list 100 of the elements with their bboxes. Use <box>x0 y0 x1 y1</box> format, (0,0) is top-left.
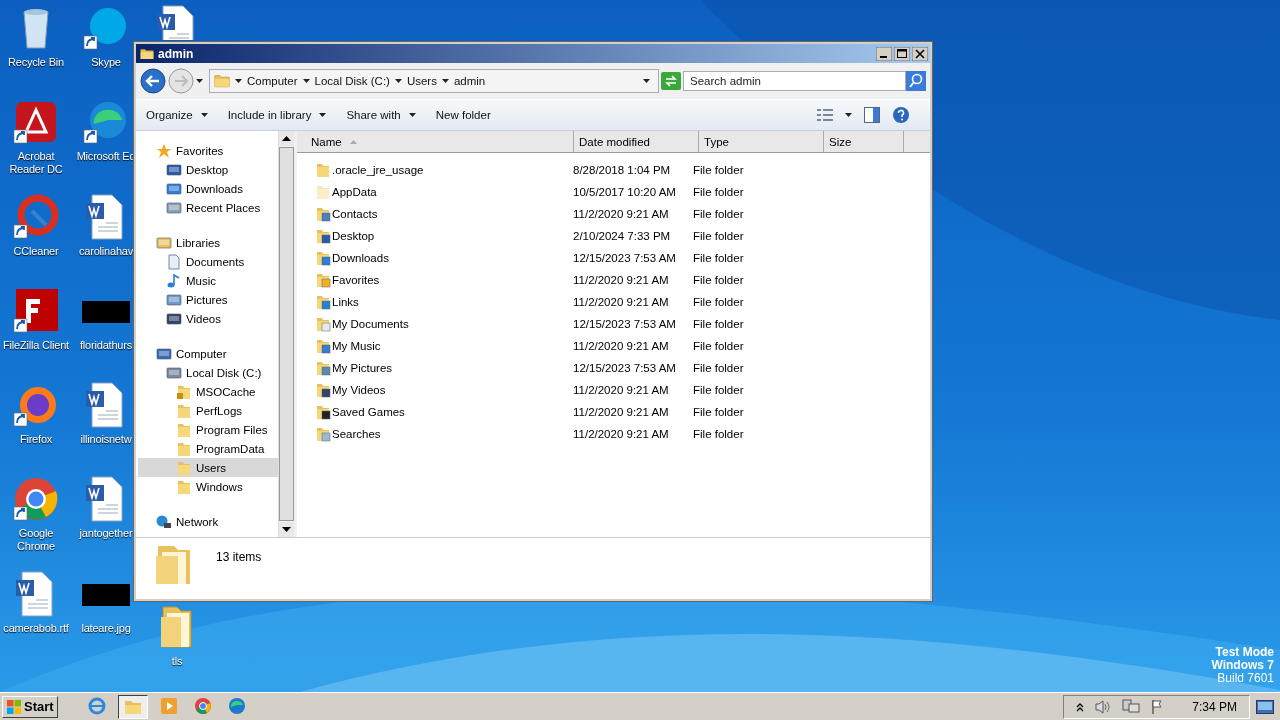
navigation-item[interactable]: Documents <box>138 252 278 271</box>
navigation-item[interactable]: Videos <box>138 309 278 328</box>
breadcrumb[interactable]: admin <box>453 75 486 87</box>
type-cell-text: File folder <box>693 362 745 374</box>
minimize-button[interactable] <box>876 46 892 61</box>
star-icon <box>156 142 172 159</box>
search-icon[interactable] <box>906 71 926 91</box>
help-icon[interactable] <box>892 106 910 124</box>
file-row[interactable]: My Music 11/2/2020 9:21 AM File folder <box>297 335 930 357</box>
address-bar[interactable]: Computer Local Disk (C:) Users admin <box>209 69 659 93</box>
network-icon[interactable] <box>1122 698 1141 715</box>
view-caret-icon <box>845 113 852 117</box>
navigation-item[interactable]: MSOCache <box>138 382 278 401</box>
desktop-icon-label[interactable]: carolinahav <box>78 244 134 258</box>
toolbar-button[interactable]: Include in library <box>223 107 331 123</box>
date-modified-cell-text: 12/15/2023 7:53 AM <box>573 362 677 374</box>
desktop-icon-label[interactable]: illinoisnetw <box>80 433 132 447</box>
refresh-button[interactable] <box>661 72 681 90</box>
column-header[interactable]: Name <box>297 131 574 152</box>
show-desktop-button[interactable] <box>1256 698 1274 715</box>
toolbar-button[interactable]: New folder <box>431 107 495 123</box>
breadcrumb[interactable]: Computer <box>247 75 298 87</box>
search-field[interactable]: Search admin <box>683 71 906 91</box>
desktop-icon-label[interactable]: Recycle Bin <box>1 56 71 69</box>
start-button[interactable]: Start <box>2 695 58 718</box>
navigation-item[interactable]: Music <box>138 271 278 290</box>
file-row[interactable]: My Documents 12/15/2023 7:53 AM File folder <box>297 313 930 335</box>
scroll-down-icon[interactable] <box>279 522 294 537</box>
navigation-item[interactable]: ProgramData <box>138 439 278 458</box>
file-row[interactable]: .oracle_jre_usage 8/28/2018 1:04 PM File folder <box>297 159 930 181</box>
app-icon[interactable] <box>12 475 60 524</box>
close-button[interactable] <box>912 46 928 61</box>
file-name: My Pictures <box>332 362 393 374</box>
column-header[interactable]: Type <box>699 131 824 152</box>
navigation-item[interactable]: PerfLogs <box>138 401 278 420</box>
date-modified-cell-text: 11/2/2020 9:21 AM <box>573 384 670 396</box>
file-row[interactable]: Saved Games 11/2/2020 9:21 AM File folder <box>297 401 930 423</box>
column-header[interactable]: Size <box>824 131 904 152</box>
file-row[interactable]: My Pictures 12/15/2023 7:53 AM File folder <box>297 357 930 379</box>
navigation-item[interactable]: Pictures <box>138 290 278 309</box>
breadcrumb[interactable]: Local Disk (C:) <box>314 75 390 87</box>
scroll-up-icon[interactable] <box>279 131 294 146</box>
type-cell-text: File folder <box>693 296 745 308</box>
speaker-icon[interactable] <box>1094 698 1113 715</box>
type-cell-text: File folder <box>693 274 745 286</box>
navigation-item[interactable]: Desktop <box>138 160 278 179</box>
monitor-icon <box>166 161 182 178</box>
app-icon[interactable] <box>12 192 60 241</box>
taskbar-app[interactable] <box>117 694 148 719</box>
preview-pane-icon[interactable] <box>864 107 880 123</box>
file-row[interactable]: Favorites 11/2/2020 9:21 AM File folder <box>297 269 930 291</box>
file-row[interactable]: Downloads 12/15/2023 7:53 AM File folder <box>297 247 930 269</box>
file-row[interactable]: Searches 11/2/2020 9:21 AM File folder <box>297 423 930 445</box>
folder-icon <box>315 316 331 332</box>
desktop-icon-label[interactable]: Skype <box>91 56 121 69</box>
desktop-icon-label[interactable]: Google Chrome <box>1 527 71 554</box>
folder-icon <box>315 162 331 178</box>
folder-icon <box>315 404 331 420</box>
column-header[interactable]: Date modified <box>574 131 699 152</box>
file-name: My Music <box>332 340 381 352</box>
file-row[interactable]: AppData 10/5/2017 10:20 AM File folder <box>297 181 930 203</box>
clock[interactable]: 7:34 PM <box>1192 699 1237 714</box>
file-name: Searches <box>332 428 381 440</box>
locked-folder-icon <box>176 383 192 400</box>
address-dropdown-icon <box>643 79 650 83</box>
chevron-up-icon[interactable] <box>1076 701 1085 712</box>
toolbar-button[interactable]: Organize <box>142 107 212 123</box>
navigation-item[interactable]: Program Files <box>138 420 278 439</box>
desktop-icon-label[interactable]: jantogether <box>79 527 133 541</box>
navigation-item[interactable]: Network <box>138 512 278 531</box>
file-row[interactable]: My Videos 11/2/2020 9:21 AM File folder <box>297 379 930 401</box>
navigation-item[interactable]: Recent Places <box>138 198 278 217</box>
file-row[interactable]: Desktop 2/10/2024 7:33 PM File folder <box>297 225 930 247</box>
toolbar-button[interactable]: Share with <box>342 107 420 123</box>
file-name: Links <box>332 296 359 308</box>
navigation-item[interactable]: Local Disk (C:) <box>138 363 278 382</box>
back-button[interactable] <box>140 68 166 94</box>
navigation-item[interactable]: Downloads <box>138 179 278 198</box>
date-modified-cell-text: 10/5/2017 10:20 AM <box>573 186 677 198</box>
maximize-button[interactable] <box>894 46 910 61</box>
file-row[interactable]: Links 11/2/2020 9:21 AM File folder <box>297 291 930 313</box>
date-modified-cell-text: 12/15/2023 7:53 AM <box>573 252 677 264</box>
navigation-item[interactable]: Windows <box>138 477 278 496</box>
type-cell-text: File folder <box>693 186 745 198</box>
desktop-icon-label[interactable]: CCleaner <box>1 244 71 258</box>
navigation-item[interactable]: Computer <box>138 344 278 363</box>
navigation-item[interactable]: Libraries <box>138 233 278 252</box>
view-options-icon[interactable] <box>817 108 833 122</box>
breadcrumb[interactable]: Users <box>406 75 437 87</box>
app-icon[interactable] <box>12 286 60 335</box>
desktop-icon-label[interactable]: Firefox <box>1 433 71 447</box>
item-count: 13 items <box>216 550 262 564</box>
scrollbar[interactable] <box>278 131 294 537</box>
caret-icon <box>319 113 327 117</box>
navigation-item[interactable]: Users <box>138 458 278 477</box>
navigation-item[interactable]: Favorites <box>138 141 278 160</box>
desktop-icon-label[interactable]: FileZilla Client <box>1 338 71 352</box>
desktop-icon-label[interactable]: Acrobat Reader DC <box>1 150 71 177</box>
file-row[interactable]: Contacts 11/2/2020 9:21 AM File folder <box>297 203 930 225</box>
desktop-icon-label[interactable]: floridathurs <box>80 338 132 352</box>
